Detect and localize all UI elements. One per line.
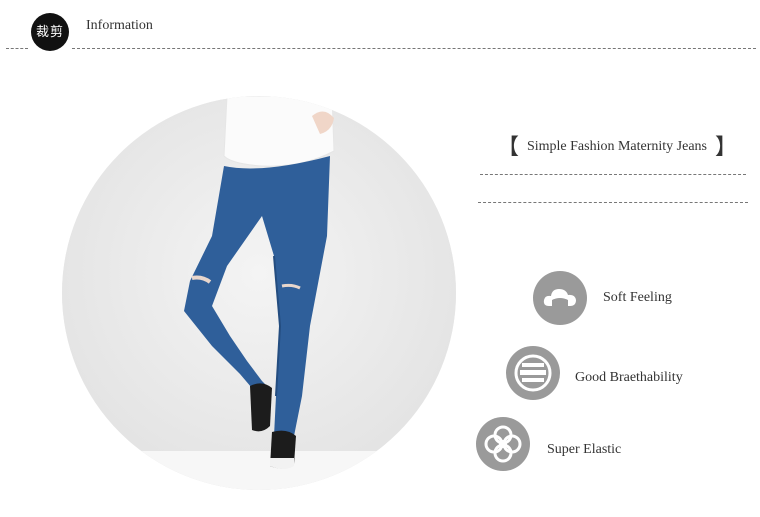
- breathable-vent-icon: [506, 346, 560, 400]
- model-wearing-jeans-image: [62, 96, 456, 490]
- logo-badge-text: 裁剪: [36, 24, 65, 40]
- bracket-close: 】: [715, 134, 738, 159]
- product-title: Simple Fashion Maternity Jeans: [526, 139, 708, 154]
- product-photo: [62, 96, 456, 490]
- flower-icon: [476, 417, 530, 471]
- product-title-box: 【 Simple Fashion Maternity Jeans 】: [493, 133, 741, 161]
- title-divider-1: [480, 174, 746, 175]
- header-divider: [72, 48, 756, 49]
- feature-label-soft: Soft Feeling: [603, 290, 672, 305]
- title-divider-2: [478, 202, 748, 203]
- header-divider-left: [6, 48, 28, 49]
- cloud-icon: [533, 271, 587, 325]
- feature-label-breathability: Good Braethability: [575, 370, 683, 385]
- bracket-open: 【: [496, 134, 519, 159]
- section-title: Information: [86, 18, 153, 33]
- logo-badge: 裁剪: [31, 13, 69, 51]
- feature-label-elastic: Super Elastic: [547, 442, 622, 457]
